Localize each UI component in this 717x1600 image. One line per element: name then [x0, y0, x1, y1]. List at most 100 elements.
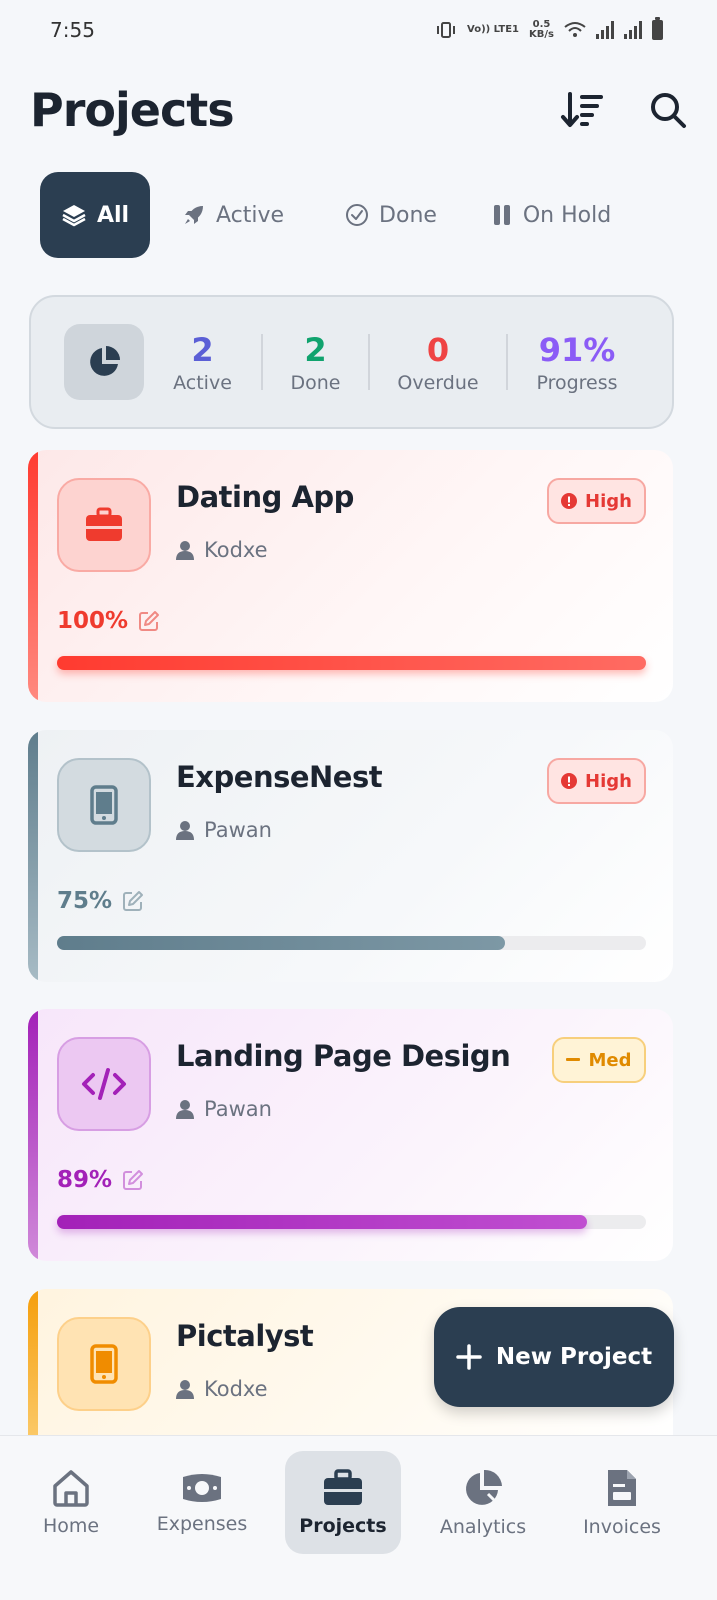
nav-invoices[interactable]: Invoices	[564, 1451, 680, 1554]
nav-invoices-label: Invoices	[583, 1515, 661, 1538]
project-owner: Kodxe	[176, 538, 268, 562]
vibrate-icon	[437, 22, 455, 38]
progress-fill	[57, 936, 505, 950]
stat-label: Progress	[536, 372, 618, 394]
status-bar: 7:55 Vo)) LTE1 0.5 KB/s	[0, 0, 717, 60]
search-icon	[651, 93, 686, 128]
stat-label: Active	[173, 372, 232, 394]
status-icons: Vo)) LTE1 0.5 KB/s	[435, 17, 663, 40]
tab-done-label: Done	[379, 202, 437, 228]
tab-on-hold-label: On Hold	[522, 202, 612, 228]
edit-icon[interactable]	[122, 1169, 144, 1191]
nav-analytics[interactable]: Analytics	[425, 1451, 541, 1554]
rocket-icon	[184, 206, 203, 224]
home-icon	[53, 1469, 89, 1507]
card-accent-stripe	[28, 1009, 38, 1261]
stat-label: Done	[290, 372, 341, 394]
edit-icon[interactable]	[122, 890, 144, 912]
stat-active: 2 Active	[144, 330, 261, 394]
volte-indicator: Vo)) LTE1	[467, 24, 520, 35]
progress-percent: 89%	[57, 1167, 144, 1193]
net-speed-unit: KB/s	[529, 29, 554, 40]
project-icon-box	[57, 1317, 151, 1411]
project-owner: Kodxe	[176, 1377, 268, 1401]
stat-overdue: 0 Overdue	[370, 330, 506, 394]
check-circle-icon	[346, 204, 369, 226]
sort-button[interactable]	[560, 88, 604, 132]
stat-label: Overdue	[397, 372, 479, 394]
nav-home-label: Home	[42, 1514, 100, 1537]
stat-value: 91%	[538, 331, 616, 369]
priority-badge: Med	[552, 1037, 646, 1083]
tab-active[interactable]: Active	[160, 172, 306, 258]
stat-value: 2	[191, 331, 214, 369]
alert-circle-icon	[561, 773, 578, 789]
progress-value: 89%	[57, 1167, 113, 1193]
project-name: ExpenseNest	[176, 760, 383, 794]
project-owner: Pawan	[176, 818, 272, 842]
project-icon-box	[57, 478, 151, 572]
smartphone-icon	[90, 1344, 118, 1384]
card-accent-stripe	[28, 730, 38, 982]
project-name: Dating App	[176, 480, 354, 514]
tab-all-label: All	[96, 202, 130, 228]
user-icon	[176, 1100, 194, 1119]
owner-name: Kodxe	[204, 538, 268, 562]
project-icon-box	[57, 758, 151, 852]
stats-summary: 2 Active 2 Done 0 Overdue 91% Progress	[29, 295, 674, 429]
page-title: Projects	[30, 83, 235, 137]
search-button[interactable]	[646, 88, 690, 132]
net-speed: 0.5 KB/s	[529, 20, 554, 40]
stat-progress: 91% Progress	[508, 330, 646, 394]
stat-value: 2	[304, 331, 327, 369]
owner-name: Pawan	[204, 818, 272, 842]
owner-name: Pawan	[204, 1097, 272, 1121]
project-card[interactable]: Dating App Kodxe High 100%	[28, 450, 673, 702]
user-icon	[176, 1380, 194, 1399]
nav-expenses[interactable]: Expenses	[144, 1451, 260, 1554]
pie-chart-icon	[90, 346, 120, 376]
tab-on-hold[interactable]: On Hold	[476, 172, 626, 258]
pause-icon	[493, 205, 510, 225]
filter-tabs: All Active Done On Hold	[40, 172, 680, 258]
tab-done[interactable]: Done	[326, 172, 456, 258]
nav-projects-label: Projects	[299, 1514, 387, 1537]
user-icon	[176, 821, 194, 840]
progress-fill	[57, 656, 646, 670]
battery-icon	[652, 17, 663, 40]
money-icon	[183, 1473, 221, 1502]
briefcase-icon	[86, 507, 122, 541]
project-card[interactable]: ExpenseNest Pawan High 75%	[28, 730, 673, 982]
invoice-icon	[608, 1469, 636, 1506]
progress-percent: 100%	[57, 608, 160, 634]
nav-projects[interactable]: Projects	[285, 1451, 401, 1554]
project-owner: Pawan	[176, 1097, 272, 1121]
priority-label: Med	[588, 1049, 632, 1071]
header-actions	[560, 88, 690, 132]
nav-home[interactable]: Home	[13, 1451, 129, 1554]
priority-badge: High	[547, 758, 646, 804]
tab-all[interactable]: All	[40, 172, 150, 258]
card-accent-stripe	[28, 1289, 38, 1435]
edit-icon[interactable]	[138, 610, 160, 632]
progress-track	[57, 1215, 646, 1229]
new-project-button[interactable]: New Project	[434, 1307, 674, 1407]
progress-value: 100%	[57, 608, 129, 634]
project-card[interactable]: Landing Page Design Pawan Med 89%	[28, 1009, 673, 1261]
stat-done: 2 Done	[263, 330, 368, 394]
progress-percent: 75%	[57, 888, 144, 914]
priority-badge: High	[547, 478, 646, 524]
alert-circle-icon	[561, 493, 578, 509]
stat-value: 0	[426, 331, 450, 369]
progress-value: 75%	[57, 888, 113, 914]
progress-fill	[57, 1215, 588, 1229]
project-icon-box	[57, 1037, 151, 1131]
new-project-label: New Project	[495, 1344, 653, 1370]
progress-track	[57, 656, 646, 670]
project-name: Landing Page Design	[176, 1039, 511, 1073]
priority-label: High	[585, 490, 632, 512]
minus-icon	[566, 1058, 581, 1061]
tab-active-label: Active	[215, 202, 285, 228]
owner-name: Kodxe	[204, 1377, 268, 1401]
progress-track	[57, 936, 646, 950]
